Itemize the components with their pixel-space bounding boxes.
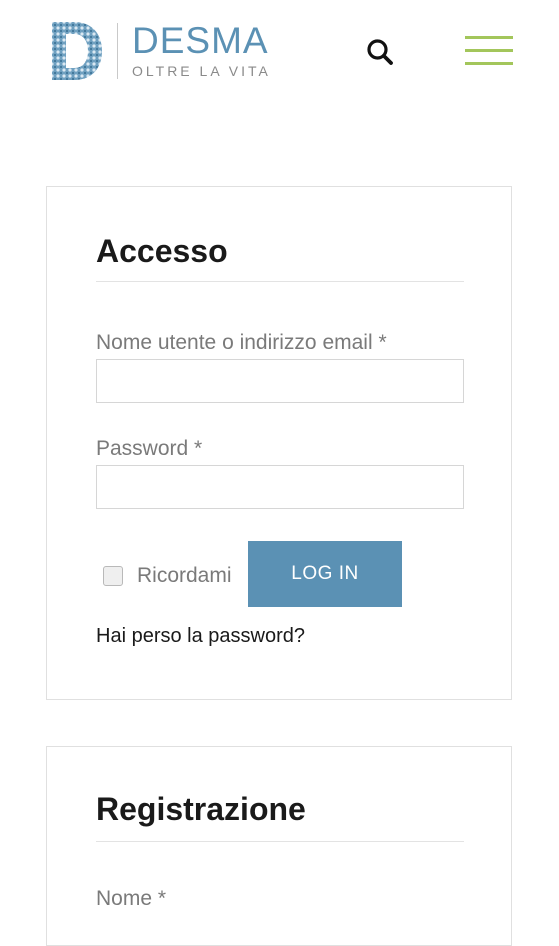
menu-bar <box>465 36 513 39</box>
remember-me-option[interactable]: Ricordami <box>103 551 232 601</box>
search-icon <box>367 39 393 65</box>
logo-name: DESMA <box>132 20 269 61</box>
registration-name-label: Nome * <box>96 887 167 910</box>
logo-tagline: OLTRE LA VITA <box>132 63 271 79</box>
registration-title: Registrazione <box>96 791 306 827</box>
search-button[interactable] <box>362 34 398 70</box>
logo-text: DESMA OLTRE LA VITA <box>132 22 271 80</box>
registration-card: Registrazione Nome * <box>46 746 512 946</box>
login-title-divider <box>96 281 464 282</box>
desma-logo-mark-icon <box>52 22 102 80</box>
logo-divider <box>117 23 118 79</box>
registration-title-divider <box>96 841 464 842</box>
hamburger-menu-button[interactable] <box>463 34 515 68</box>
password-input[interactable] <box>96 465 464 509</box>
menu-bar <box>465 49 513 52</box>
username-input[interactable] <box>96 359 464 403</box>
username-label: Nome utente o indirizzo email * <box>96 331 387 354</box>
login-button[interactable]: LOG IN <box>248 541 402 607</box>
password-label: Password * <box>96 437 203 460</box>
login-card: Accesso Nome utente o indirizzo email * … <box>46 186 512 700</box>
site-logo[interactable]: DESMA OLTRE LA VITA <box>50 20 271 82</box>
lost-password-link[interactable]: Hai perso la password? <box>96 625 305 648</box>
login-title: Accesso <box>96 233 228 269</box>
menu-bar <box>465 62 513 65</box>
site-header: DESMA OLTRE LA VITA <box>0 0 559 100</box>
remember-me-label: Ricordami <box>137 564 232 587</box>
remember-me-checkbox[interactable] <box>103 566 123 586</box>
